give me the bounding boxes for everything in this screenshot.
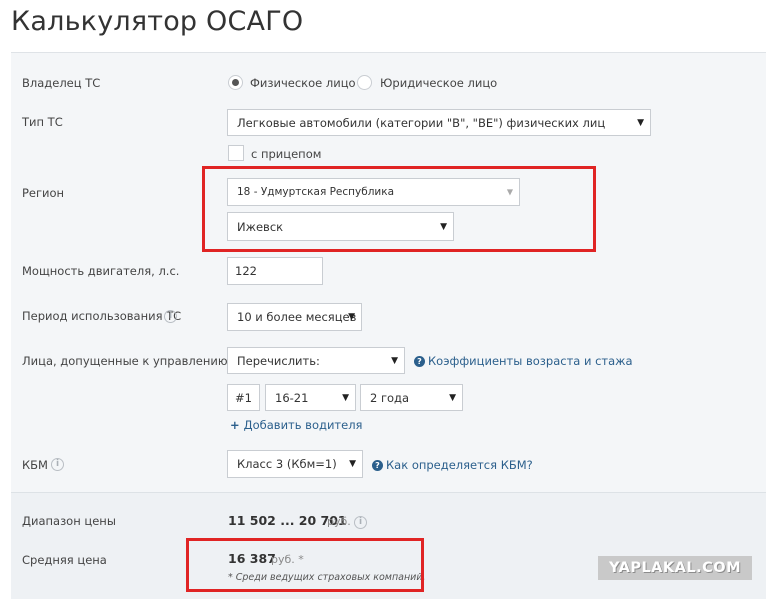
kbm-help-link-text: Как определяется КБМ? <box>386 458 533 472</box>
trailer-checkbox[interactable] <box>228 145 244 161</box>
trailer-label: с прицепом <box>251 147 322 161</box>
driver-number: #1 <box>227 384 260 411</box>
driver-experience-select[interactable]: 2 года ▼ <box>360 384 463 411</box>
driver-age-select[interactable]: 16-21 ▼ <box>265 384 356 411</box>
power-label: Мощность двигателя, л.с. <box>22 264 180 278</box>
period-label: Период использования ТС <box>22 309 182 323</box>
driver-age-value: 16-21 <box>275 390 309 405</box>
highlight-price-box <box>186 538 424 592</box>
vehicle-type-select[interactable]: Легковые автомобили (категории "B", "BE"… <box>227 109 651 136</box>
question-icon: ? <box>414 355 425 367</box>
price-range-unit: руб. <box>327 515 351 528</box>
drivers-label: Лица, допущенные к управлению <box>22 354 228 368</box>
driver-number-value: #1 <box>235 390 252 405</box>
add-driver-link[interactable]: + Добавить водителя <box>230 418 362 432</box>
owner-radio-legal[interactable] <box>357 75 372 90</box>
owner-option-legal: Юридическое лицо <box>380 76 498 90</box>
age-experience-coef-link-text: Коэффициенты возраста и стажа <box>428 354 633 368</box>
owner-label: Владелец ТС <box>22 76 101 90</box>
drivers-mode-value: Перечислить: <box>237 353 320 368</box>
power-input[interactable]: 122 <box>227 257 323 285</box>
period-value: 10 и более месяцев <box>237 310 357 324</box>
add-driver-label: Добавить водителя <box>243 418 363 432</box>
watermark-logo: YAPLAKAL.COM <box>598 556 752 580</box>
info-icon[interactable]: i <box>164 310 177 323</box>
vehicle-type-value: Легковые автомобили (категории "B", "BE"… <box>237 115 606 130</box>
vehicle-type-label: Тип ТС <box>22 115 63 129</box>
caret-down-icon: ▼ <box>637 117 644 128</box>
caret-down-icon: ▼ <box>348 312 355 322</box>
info-icon[interactable]: i <box>51 458 64 471</box>
caret-down-icon: ▼ <box>391 355 398 366</box>
caret-down-icon: ▼ <box>349 459 356 469</box>
driver-experience-value: 2 года <box>370 390 410 405</box>
period-select[interactable]: 10 и более месяцев ▼ <box>227 303 362 331</box>
region-label: Регион <box>22 186 65 200</box>
kbm-select[interactable]: Класс 3 (Кбм=1) ▼ <box>227 450 363 478</box>
question-icon: ? <box>372 459 383 471</box>
owner-option-individual: Физическое лицо <box>250 76 356 90</box>
caret-down-icon: ▼ <box>449 392 456 403</box>
kbm-label: КБМ <box>22 458 48 472</box>
kbm-value: Класс 3 (Кбм=1) <box>237 457 337 471</box>
age-experience-coef-link[interactable]: ? Коэффициенты возраста и стажа <box>414 354 633 368</box>
owner-radio-individual[interactable] <box>228 75 243 90</box>
drivers-mode-select[interactable]: Перечислить: ▼ <box>227 347 405 374</box>
plus-icon: + <box>230 418 240 432</box>
kbm-help-link[interactable]: ? Как определяется КБМ? <box>372 458 533 472</box>
caret-down-icon: ▼ <box>342 392 349 403</box>
price-range-label: Диапазон цены <box>22 514 116 528</box>
page-title: Калькулятор ОСАГО <box>11 6 304 37</box>
info-icon[interactable]: i <box>354 516 367 529</box>
highlight-region-box <box>202 166 596 252</box>
average-price-label: Средняя цена <box>22 553 107 567</box>
